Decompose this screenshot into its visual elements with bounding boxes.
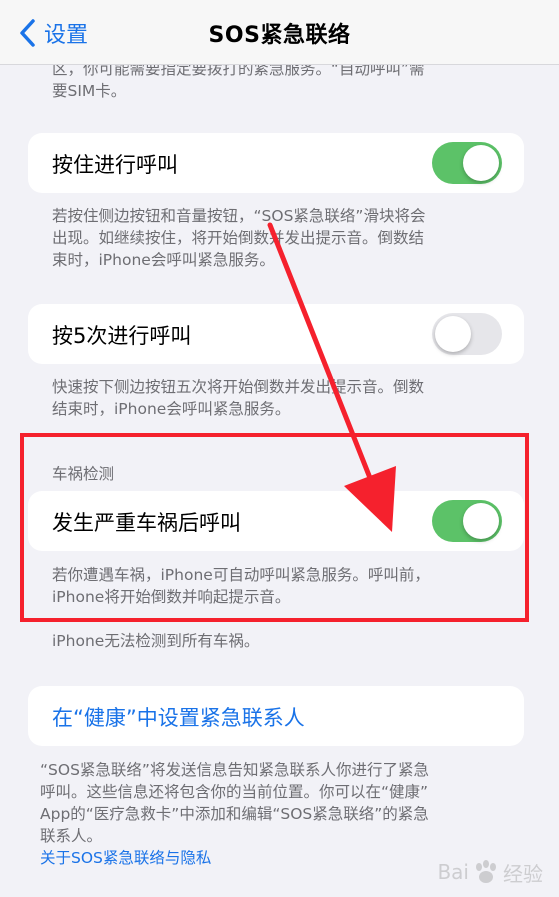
description-line: 快速按下侧边按钮五次将开始倒数并发出提示音。倒数 [52, 378, 425, 396]
crash-call-description: 若你遭遇车祸，iPhone可自动呼叫紧急服务。呼叫前， iPhone将开始倒数并… [52, 564, 430, 608]
toggle-knob [463, 503, 499, 539]
navigation-bar: 设置 SOS紧急联络 [0, 0, 559, 65]
hold-call-label: 按住进行呼叫 [52, 153, 178, 177]
crash-call-toggle[interactable] [432, 500, 502, 542]
watermark-text: 经验 [503, 861, 543, 886]
footnote-line: 联系人。 [40, 827, 103, 845]
description-line: 若按住侧边按钮和音量按钮，“SOS紧急联络”滑块将会 [52, 207, 426, 225]
description-line: iPhone将开始倒数并响起提示音。 [52, 588, 291, 606]
footnote-line: App的“医疗急救卡”中添加和编辑“SOS紧急联络”的紧急 [40, 805, 429, 823]
bottom-footnote: “SOS紧急联络”将发送信息告知紧急联系人你进行了紧急 呼叫。这些信息还将包含你… [40, 759, 429, 869]
page-title: SOS紧急联络 [208, 23, 351, 48]
five-press-call-description: 快速按下侧边按钮五次将开始倒数并发出提示音。倒数 结束时，iPhone会呼叫紧急… [52, 376, 424, 420]
description-line: 出现。如继续按住，将开始倒数并发出提示音。倒数结 [52, 229, 425, 247]
footnote-line: “SOS紧急联络”将发送信息告知紧急联系人你进行了紧急 [40, 761, 429, 779]
five-press-call-row[interactable]: 按5次进行呼叫 [28, 304, 524, 364]
paw-icon [476, 860, 496, 883]
crash-call-label: 发生严重车祸后呼叫 [52, 511, 241, 535]
privacy-link[interactable]: 关于SOS紧急联络与隐私 [40, 847, 429, 869]
top-footnote-line: 要SIM卡。 [52, 82, 127, 100]
crash-limit-note: iPhone无法检测到所有车祸。 [52, 632, 260, 650]
hold-call-description: 若按住侧边按钮和音量按钮，“SOS紧急联络”滑块将会 出现。如继续按住，将开始倒… [52, 205, 425, 271]
five-press-call-label: 按5次进行呼叫 [52, 324, 192, 348]
crash-call-row[interactable]: 发生严重车祸后呼叫 [28, 491, 524, 551]
crash-detection-header: 车祸检测 [52, 465, 115, 483]
toggle-knob [463, 145, 499, 181]
toggle-knob [435, 316, 471, 352]
health-contacts-link[interactable]: 在“健康”中设置紧急联系人 [52, 702, 305, 732]
description-line: 结束时，iPhone会呼叫紧急服务。 [52, 400, 291, 418]
hold-call-toggle[interactable] [432, 142, 502, 184]
description-line: 若你遭遇车祸，iPhone可自动呼叫紧急服务。呼叫前， [52, 566, 430, 584]
hold-call-row[interactable]: 按住进行呼叫 [28, 133, 524, 193]
baidu-watermark: Bai 经验 [437, 857, 543, 887]
health-contacts-row[interactable]: 在“健康”中设置紧急联系人 [28, 686, 524, 746]
description-line: 束时，iPhone会呼叫紧急服务。 [52, 251, 275, 269]
watermark-text: Bai [437, 860, 469, 884]
five-press-call-toggle[interactable] [432, 313, 502, 355]
footnote-line: 呼叫。这些信息还将包含你的当前位置。你可以在“健康” [40, 783, 429, 801]
